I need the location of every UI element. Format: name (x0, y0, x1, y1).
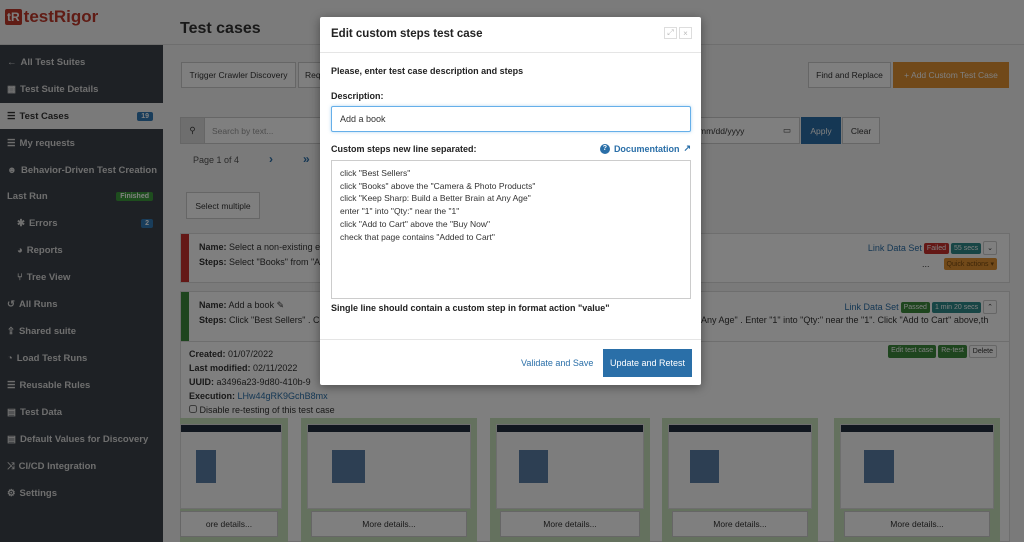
description-input[interactable] (331, 106, 691, 132)
maximize-icon[interactable]: ⤢ (664, 27, 677, 39)
step-line: check that page contains "Added to Cart" (340, 231, 682, 244)
step-line: click "Add to Cart" above the "Buy Now" (340, 218, 682, 231)
step-line: click "Books" above the "Camera & Photo … (340, 180, 682, 193)
modal-title: Edit custom steps test case (331, 28, 482, 40)
documentation-link[interactable]: ?Documentation↗ (600, 143, 691, 154)
external-link-icon: ↗ (683, 143, 691, 154)
step-line: click "Best Sellers" (340, 167, 682, 180)
validate-and-save-button[interactable]: Validate and Save (521, 358, 593, 368)
edit-custom-steps-modal: Edit custom steps test case ⤢ × Please, … (320, 17, 701, 385)
step-line: enter "1" into "Qty:" near the "1" (340, 205, 682, 218)
step-line: click "Keep Sharp: Build a Better Brain … (340, 192, 682, 205)
custom-steps-textarea[interactable]: click "Best Sellers"click "Books" above … (331, 160, 691, 299)
update-and-retest-button[interactable]: Update and Retest (603, 349, 692, 377)
close-icon[interactable]: × (679, 27, 692, 39)
help-icon: ? (600, 144, 610, 154)
